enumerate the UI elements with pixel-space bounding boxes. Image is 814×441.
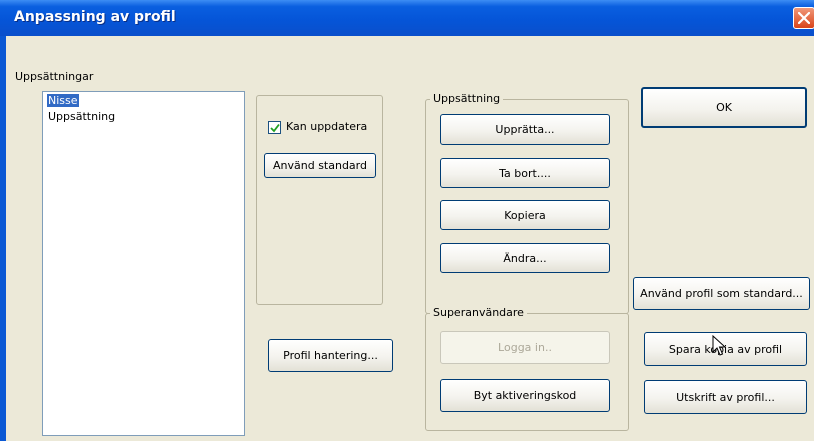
delete-button[interactable]: Ta bort....: [440, 158, 610, 188]
close-icon: [798, 12, 810, 24]
print-profile-button[interactable]: Utskrift av profil...: [644, 380, 807, 414]
edit-button[interactable]: Ändra...: [440, 243, 610, 273]
dialog-client-area: Uppsättningar Nisse Uppsättning Kan uppd…: [6, 36, 814, 441]
profile-manage-button[interactable]: Profil hantering...: [268, 339, 393, 372]
login-button[interactable]: Logga in..: [440, 331, 610, 364]
dialog-window: Anpassning av profil Uppsättningar Nisse…: [0, 0, 814, 441]
window-title: Anpassning av profil: [14, 9, 176, 25]
close-button[interactable]: [793, 7, 814, 29]
can-update-checkbox[interactable]: [268, 121, 281, 134]
create-button[interactable]: Upprätta...: [440, 114, 610, 145]
setups-listbox[interactable]: Nisse Uppsättning: [42, 91, 245, 436]
mouse-pointer-icon: [712, 335, 726, 356]
setups-list-label: Uppsättningar: [15, 70, 94, 83]
ok-button[interactable]: OK: [641, 87, 807, 128]
use-default-button[interactable]: Använd standard: [264, 153, 376, 178]
use-profile-as-default-button[interactable]: Använd profil som standard...: [633, 277, 810, 310]
list-item-nisse[interactable]: Nisse: [47, 94, 79, 107]
can-update-label: Kan uppdatera: [286, 120, 368, 133]
copy-button[interactable]: Kopiera: [440, 200, 610, 230]
title-bar[interactable]: Anpassning av profil: [0, 0, 814, 36]
checkmark-icon: [270, 123, 280, 133]
superuser-group-legend: Superanvändare: [430, 306, 527, 319]
change-activation-code-button[interactable]: Byt aktiveringskod: [440, 379, 610, 412]
list-item-uppsattning[interactable]: Uppsättning: [47, 110, 116, 123]
setup-group-legend: Uppsättning: [430, 92, 504, 105]
